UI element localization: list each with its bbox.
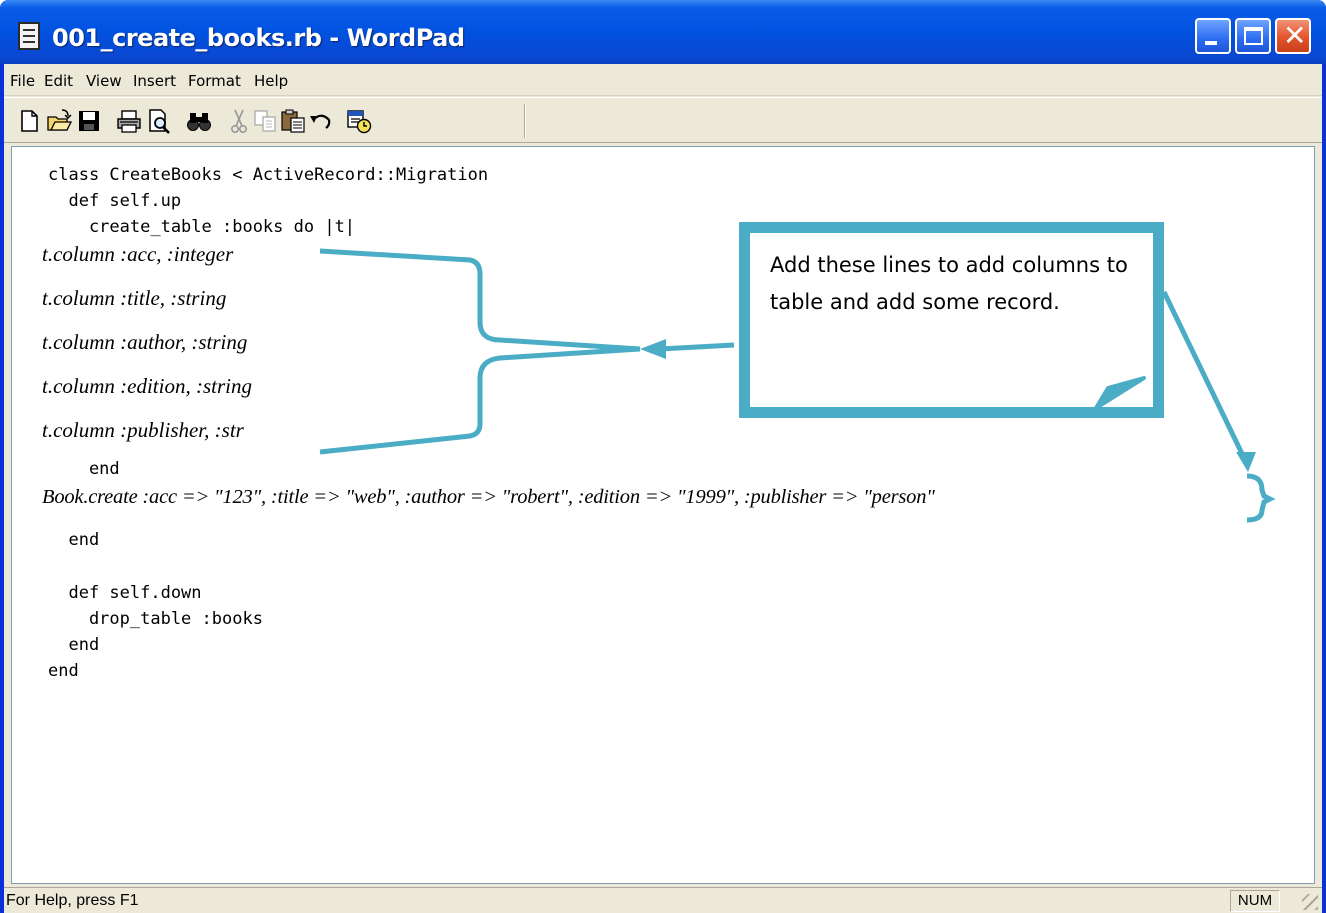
code-line-end-down: end xyxy=(48,635,100,655)
paste-icon[interactable] xyxy=(280,108,306,134)
code-line-column-publisher: t.column :publisher, :str xyxy=(42,418,244,442)
undo-arrow-icon[interactable] xyxy=(308,108,334,134)
toolbar xyxy=(4,97,1322,143)
callout-text: Add these lines to add columns to table … xyxy=(770,253,1128,314)
wordpad-window: 001_create_books.rb - WordPad ✕ File Edi… xyxy=(0,0,1326,913)
code-line-def-up: def self.up xyxy=(48,191,182,211)
find-binoculars-icon[interactable] xyxy=(186,108,212,134)
annotation-callout: Add these lines to add columns to table … xyxy=(739,222,1164,418)
code-line-end-up: end xyxy=(48,530,100,550)
code-line-book-create: Book.create :acc => "123", :title => "we… xyxy=(42,486,935,508)
minimize-icon xyxy=(1205,41,1217,45)
cut-scissors-icon[interactable] xyxy=(226,108,252,134)
menu-view[interactable]: View xyxy=(86,72,122,90)
code-line-column-title: t.column :title, :string xyxy=(42,286,227,310)
maximize-button[interactable] xyxy=(1235,18,1271,54)
status-bar: For Help, press F1 NUM xyxy=(4,887,1322,913)
resize-grip-icon[interactable] xyxy=(1302,894,1318,910)
toolbar-separator xyxy=(524,104,526,138)
code-line-column-acc: t.column :acc, :integer xyxy=(42,242,234,266)
menu-file[interactable]: File xyxy=(10,72,35,90)
minimize-button[interactable] xyxy=(1195,18,1231,54)
menu-edit[interactable]: Edit xyxy=(44,72,73,90)
num-lock-indicator: NUM xyxy=(1230,890,1280,912)
print-icon[interactable] xyxy=(116,108,142,134)
menu-bar: File Edit View Insert Format Help xyxy=(4,64,1322,96)
code-line-end-block: end xyxy=(48,459,120,479)
close-icon: ✕ xyxy=(1283,19,1307,52)
menu-help[interactable]: Help xyxy=(254,72,288,90)
menu-insert[interactable]: Insert xyxy=(133,72,176,90)
copy-icon[interactable] xyxy=(252,108,278,134)
code-line-end-class: end xyxy=(48,661,79,681)
close-button[interactable]: ✕ xyxy=(1275,18,1311,54)
maximize-icon xyxy=(1244,27,1263,45)
code-line-column-edition: t.column :edition, :string xyxy=(42,374,252,398)
save-disk-icon[interactable] xyxy=(76,108,102,134)
menu-format[interactable]: Format xyxy=(188,72,241,90)
insert-date-time-icon[interactable] xyxy=(346,108,372,134)
print-preview-icon[interactable] xyxy=(146,108,172,134)
open-folder-icon[interactable] xyxy=(46,108,72,134)
title-bar[interactable]: 001_create_books.rb - WordPad ✕ xyxy=(0,0,1326,64)
wordpad-document-icon[interactable] xyxy=(18,22,40,50)
new-document-icon[interactable] xyxy=(16,108,42,134)
code-line-column-author: t.column :author, :string xyxy=(42,330,248,354)
code-line-def-down: def self.down xyxy=(48,583,202,603)
window-title: 001_create_books.rb - WordPad xyxy=(52,24,465,52)
window-client: File Edit View Insert Format Help class … xyxy=(4,64,1322,913)
code-line-drop-table: drop_table :books xyxy=(48,609,263,629)
status-help-text: For Help, press F1 xyxy=(6,892,139,909)
code-line-create-table: create_table :books do |t| xyxy=(48,217,356,237)
code-line-class: class CreateBooks < ActiveRecord::Migrat… xyxy=(48,165,489,185)
